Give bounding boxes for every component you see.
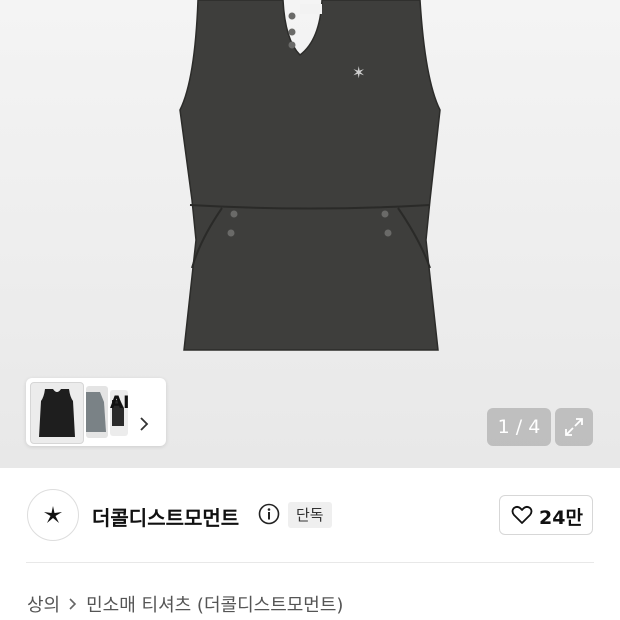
star-swirl-logo-icon <box>44 506 62 523</box>
thumbnail-strip[interactable] <box>26 378 166 446</box>
like-count: 24만 <box>539 507 583 529</box>
brand-logo[interactable] <box>27 489 79 541</box>
ai-label[interactable]: AI <box>110 393 129 413</box>
divider <box>26 562 594 563</box>
product-image-gallery[interactable]: ✶ AI 1 / 4 <box>0 0 620 468</box>
brand-name[interactable]: 더콜디스트모먼트 <box>92 502 239 531</box>
expand-button[interactable] <box>555 408 593 446</box>
thumbnail-selected[interactable] <box>30 382 84 444</box>
svg-text:✶: ✶ <box>352 63 365 82</box>
info-icon[interactable] <box>258 503 280 525</box>
chevron-right-icon[interactable] <box>138 416 150 432</box>
breadcrumb-subcategory[interactable]: 민소매 티셔츠 (더콜디스트모먼트) <box>86 591 343 617</box>
chevron-right-icon <box>69 598 77 610</box>
breadcrumb-category[interactable]: 상의 <box>27 591 60 617</box>
breadcrumb: 상의 민소매 티셔츠 (더콜디스트모먼트) <box>27 591 343 617</box>
like-button[interactable]: 24만 <box>499 495 593 535</box>
exclusive-badge: 단독 <box>288 502 332 528</box>
heart-outline-icon <box>511 505 533 524</box>
expand-arrows-icon <box>565 418 583 436</box>
image-counter: 1 / 4 <box>487 408 551 446</box>
thumbnail-2[interactable] <box>86 386 108 438</box>
sleeveless-top-garment <box>179 0 441 351</box>
